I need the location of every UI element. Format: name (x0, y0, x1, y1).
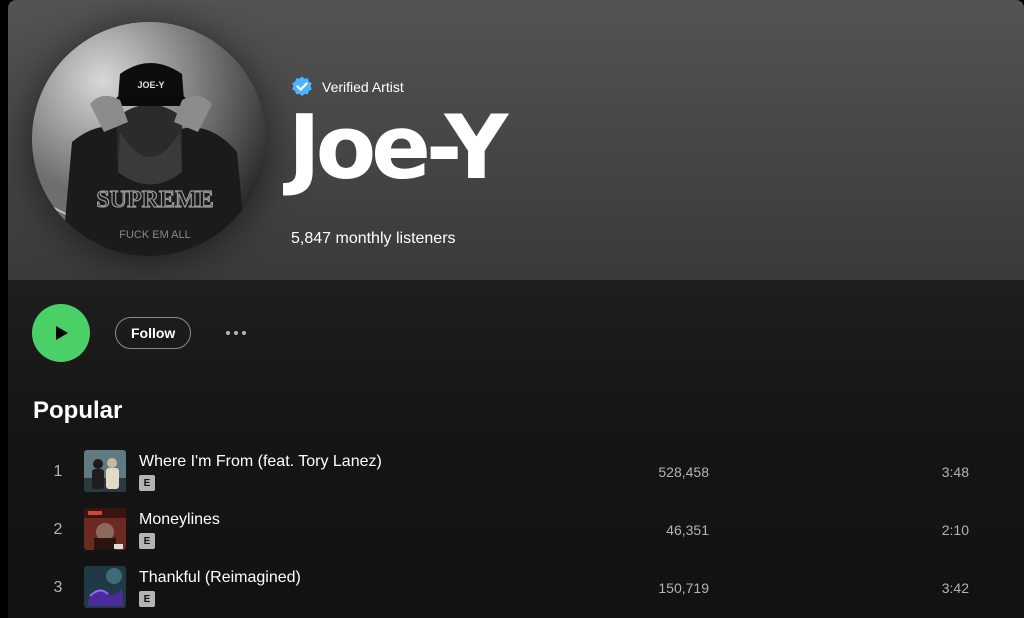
more-options-icon[interactable] (220, 322, 252, 344)
more-dot (234, 331, 238, 335)
monthly-listeners: 5,847 monthly listeners (291, 230, 456, 247)
play-button[interactable] (32, 304, 90, 362)
track-row[interactable]: 2 Moneylines E 46,351 2:10 (8, 508, 1024, 564)
album-art (84, 508, 126, 550)
avatar-cap-text: JOE-Y (137, 80, 164, 90)
more-dot (242, 331, 246, 335)
play-icon (56, 326, 68, 340)
album-art (84, 566, 126, 608)
explicit-badge: E (139, 533, 155, 549)
track-duration: 3:42 (941, 580, 969, 596)
artist-content: Follow Popular 1 Where I'm From (feat. T… (8, 280, 1024, 618)
verified-text: Verified Artist (322, 79, 404, 95)
track-cover (84, 450, 126, 492)
track-cover (84, 566, 126, 608)
artist-page: JOE-Y SUPREME FUCK EM ALL Verified Artis… (8, 0, 1024, 618)
album-art (84, 450, 126, 492)
popular-heading: Popular (33, 397, 123, 424)
track-cover (84, 508, 126, 550)
track-number: 1 (53, 463, 63, 480)
track-row[interactable]: 1 Where I'm From (feat. Tory Lanez) E 52… (8, 450, 1024, 506)
track-duration: 2:10 (941, 522, 969, 538)
explicit-badge: E (139, 591, 155, 607)
follow-button[interactable]: Follow (115, 317, 192, 349)
track-number: 3 (53, 579, 63, 596)
track-plays: 528,458 (658, 464, 709, 480)
explicit-badge: E (139, 475, 155, 491)
artist-header: JOE-Y SUPREME FUCK EM ALL Verified Artis… (8, 0, 1024, 280)
track-title[interactable]: Where I'm From (feat. Tory Lanez) (139, 453, 382, 471)
artist-photo: JOE-Y SUPREME FUCK EM ALL (32, 22, 266, 256)
artist-name: Joe-Y (288, 96, 508, 199)
track-plays: 46,351 (666, 522, 709, 538)
track-plays: 150,719 (658, 580, 709, 596)
track-title[interactable]: Thankful (Reimagined) (139, 569, 301, 587)
track-row[interactable]: 3 Thankful (Reimagined) E 150,719 3:42 (8, 566, 1024, 618)
more-dot (226, 331, 230, 335)
track-title[interactable]: Moneylines (139, 511, 220, 529)
track-number: 2 (53, 521, 63, 538)
artist-avatar: JOE-Y SUPREME FUCK EM ALL (32, 22, 266, 256)
avatar-shirt-subtext: FUCK EM ALL (119, 229, 191, 241)
avatar-shirt-text: SUPREME (96, 187, 213, 213)
track-duration: 3:48 (941, 464, 969, 480)
